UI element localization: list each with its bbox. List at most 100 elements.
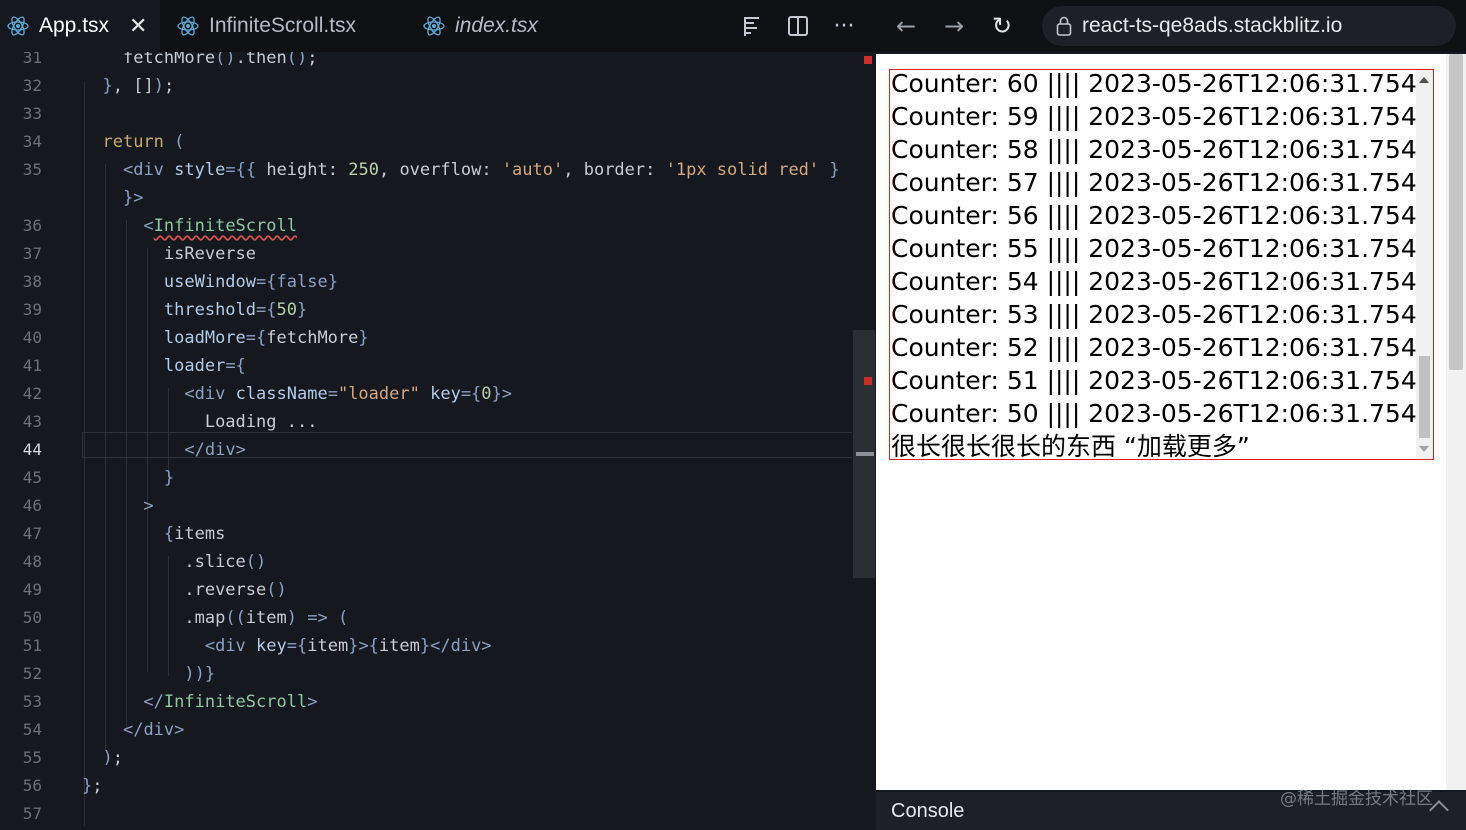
code-text: fetchMore().then();: [122, 52, 318, 68]
address-bar[interactable]: react-ts-qe8ads.stackblitz.io: [1042, 6, 1456, 46]
line-number: 50: [22, 608, 42, 627]
line-number: 47: [22, 524, 42, 543]
list-item: 很长很长很长的东西 “加载更多”: [891, 432, 1250, 460]
code-text: >: [143, 496, 154, 516]
scroll-up-icon[interactable]: [1419, 77, 1429, 83]
line-number: 56: [22, 776, 42, 795]
list-item: Counter: 59 |||| 2023-05-26T12:06:31.754…: [891, 102, 1434, 131]
line-number: 34: [22, 132, 42, 151]
forward-icon[interactable]: →: [930, 12, 978, 40]
error-marker: [864, 56, 872, 64]
code-text: Loading ...: [204, 412, 318, 432]
lock-icon: [1056, 16, 1072, 36]
line-number: 33: [22, 104, 42, 123]
code-text: return (: [102, 132, 185, 152]
infinite-scroll-container[interactable]: Counter: 60 |||| 2023-05-26T12:06:31.754…: [889, 69, 1434, 460]
line-number: 52: [22, 664, 42, 683]
code-area[interactable]: 31 fetchMore().then(); 32 }, []); 33 34 ret…: [0, 52, 852, 830]
code-text: );: [102, 748, 123, 768]
code-text: useWindow={false}: [163, 272, 338, 292]
browser-toolbar: ← → ↻ react-ts-qe8ads.stackblitz.io: [876, 0, 1466, 52]
line-number: 46: [22, 496, 42, 515]
line-number: 53: [22, 692, 42, 711]
code-text: }, []);: [102, 76, 175, 96]
code-text: <InfiniteScroll: [143, 216, 297, 236]
split-view-icon[interactable]: [786, 14, 810, 38]
code-text: ))}: [184, 664, 216, 684]
line-number: 35: [22, 160, 42, 179]
react-icon: [177, 16, 199, 36]
tab-index-tsx[interactable]: index.tsx: [422, 0, 582, 52]
code-text: <div key={item}>{item}</div>: [204, 636, 492, 656]
list-item: Counter: 60 |||| 2023-05-26T12:06:31.754…: [891, 69, 1434, 98]
line-number: 36: [22, 216, 42, 235]
line-number: 32: [22, 76, 42, 95]
list-item: Counter: 57 |||| 2023-05-26T12:06:31.754…: [891, 168, 1434, 197]
code-text: loadMore={fetchMore}: [163, 328, 369, 348]
more-icon[interactable]: ···: [832, 14, 856, 39]
line-number: 31: [22, 52, 42, 67]
list-item: Counter: 56 |||| 2023-05-26T12:06:31.754…: [891, 201, 1434, 230]
code-text: loader={: [163, 356, 246, 376]
tab-infinitescroll-tsx[interactable]: InfiniteScroll.tsx: [176, 0, 406, 52]
tab-label: App.tsx: [39, 14, 110, 37]
page-scrollbar-thumb[interactable]: [1449, 54, 1463, 370]
tab-app-tsx[interactable]: App.tsx ✕: [0, 0, 160, 52]
line-number: 45: [22, 468, 42, 487]
editor-tab-bar: App.tsx ✕ InfiniteScroll.tsx index.tsx ·…: [0, 0, 876, 52]
code-text: }>: [122, 188, 144, 208]
code-text: .reverse(): [82, 580, 287, 600]
code-editor[interactable]: App.tsx ✕ InfiniteScroll.tsx index.tsx ·…: [0, 0, 876, 830]
code-text: </div>: [122, 720, 185, 740]
line-number: 51: [22, 636, 42, 655]
prettier-icon[interactable]: [740, 14, 764, 38]
line-number: 43: [22, 412, 42, 431]
list-item: Counter: 54 |||| 2023-05-26T12:06:31.754…: [891, 267, 1434, 296]
tab-label: InfiniteScroll.tsx: [209, 14, 357, 37]
react-icon: [7, 16, 29, 36]
code-text: isReverse: [163, 244, 257, 264]
line-number: 55: [22, 748, 42, 767]
watermark: @稀土掘金技术社区: [1280, 789, 1433, 809]
editor-actions: ···: [740, 0, 856, 52]
line-number: 54: [22, 720, 42, 739]
code-text: <div className="loader" key={0}>: [184, 384, 513, 404]
error-marker: [864, 377, 872, 385]
list-item: Counter: 50 |||| 2023-05-26T12:06:31.754…: [891, 399, 1434, 428]
list-item: Counter: 51 |||| 2023-05-26T12:06:31.754…: [891, 366, 1434, 395]
scroll-down-icon[interactable]: [1419, 446, 1429, 452]
url-text: react-ts-qe8ads.stackblitz.io: [1082, 14, 1343, 37]
line-number: 40: [22, 328, 42, 347]
preview-browser: ← → ↻ react-ts-qe8ads.stackblitz.io Coun…: [876, 0, 1466, 830]
line-number: 42: [22, 384, 42, 403]
list-item: Counter: 58 |||| 2023-05-26T12:06:31.754…: [891, 135, 1434, 164]
code-text: </InfiniteScroll>: [143, 692, 318, 712]
line-number: 41: [22, 356, 42, 375]
line-number: 48: [22, 552, 42, 571]
line-number: 49: [22, 580, 42, 599]
code-text: .map((item) => (: [82, 608, 349, 628]
line-number: 38: [22, 272, 42, 291]
cursor-marker: [856, 452, 874, 456]
code-text: .slice(): [82, 552, 267, 572]
line-number: 44: [22, 440, 42, 459]
code-text: <div style={{ height: 250, overflow: 'au…: [122, 160, 840, 180]
react-icon: [423, 16, 445, 36]
list-item: Counter: 55 |||| 2023-05-26T12:06:31.754…: [891, 234, 1434, 263]
tab-label: index.tsx: [455, 14, 538, 37]
console-label: Console: [891, 799, 965, 822]
line-number: 39: [22, 300, 42, 319]
close-icon[interactable]: ✕: [129, 13, 147, 39]
code-text: {items: [163, 524, 226, 544]
code-text: </div>: [184, 440, 246, 460]
list-item: Counter: 52 |||| 2023-05-26T12:06:31.754…: [891, 333, 1434, 362]
code-text: }: [163, 468, 175, 488]
code-text: threshold={50}: [163, 300, 308, 320]
preview-viewport[interactable]: Counter: 60 |||| 2023-05-26T12:06:31.754…: [876, 54, 1446, 790]
code-text: };: [82, 776, 103, 796]
refresh-icon[interactable]: ↻: [978, 12, 1026, 40]
line-number: 37: [22, 244, 42, 263]
scrollbar-thumb[interactable]: [1419, 356, 1430, 438]
list-item: Counter: 53 |||| 2023-05-26T12:06:31.754…: [891, 300, 1434, 329]
back-icon[interactable]: ←: [882, 12, 930, 40]
